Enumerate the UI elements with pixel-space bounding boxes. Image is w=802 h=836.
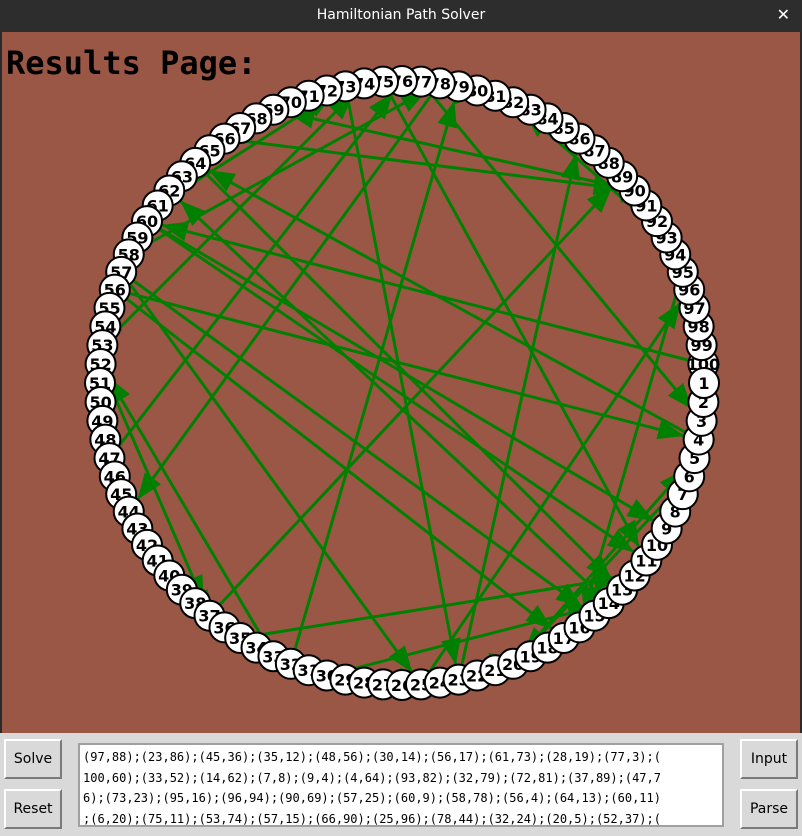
edge-list-line: 6);(73,23);(95,16);(96,94);(90,69);(57,2…	[83, 791, 661, 805]
graph-edge	[343, 86, 461, 680]
parse-button[interactable]: Parse	[740, 789, 798, 829]
graph-edge	[168, 189, 610, 605]
input-button[interactable]: Input	[740, 739, 798, 779]
graph-edge	[108, 80, 404, 460]
solve-button[interactable]: Solve	[4, 739, 62, 779]
reset-button[interactable]: Reset	[4, 789, 62, 829]
svg-text:1: 1	[698, 374, 709, 393]
title-bar: Hamiltonian Path Solver ✕	[0, 0, 802, 32]
control-panel: Solve Reset (97,88);(23,86);(45,36);(35,…	[0, 733, 802, 836]
results-canvas: 100 99 98 97 96 95 94 93 92 91 90 89 88 87 86 85 84 83 82 8…	[2, 32, 800, 733]
edge-list-line: (97,88);(23,86);(45,36);(35,12);(48,56);…	[83, 750, 661, 764]
edge-list-input[interactable]: (97,88);(23,86);(45,36);(35,12);(48,56);…	[78, 743, 724, 827]
edge-list-line: 100,60);(33,52);(14,62);(7,8);(9,4);(4,6…	[83, 770, 661, 785]
close-icon[interactable]: ✕	[777, 5, 790, 24]
window-title: Hamiltonian Path Solver	[316, 7, 486, 23]
results-heading: Results Page:	[6, 44, 257, 82]
graph-edge	[146, 219, 704, 366]
graph-edge	[119, 270, 423, 686]
graph-drawing: 1009998979695949392919089888786858483828…	[84, 65, 720, 701]
edge-list-line: ;(6,20);(75,11);(53,74);(57,15);(66,90);…	[83, 811, 661, 826]
graph-edge	[194, 161, 624, 591]
graph-edge	[208, 175, 624, 617]
graph-node: 1	[688, 367, 720, 399]
